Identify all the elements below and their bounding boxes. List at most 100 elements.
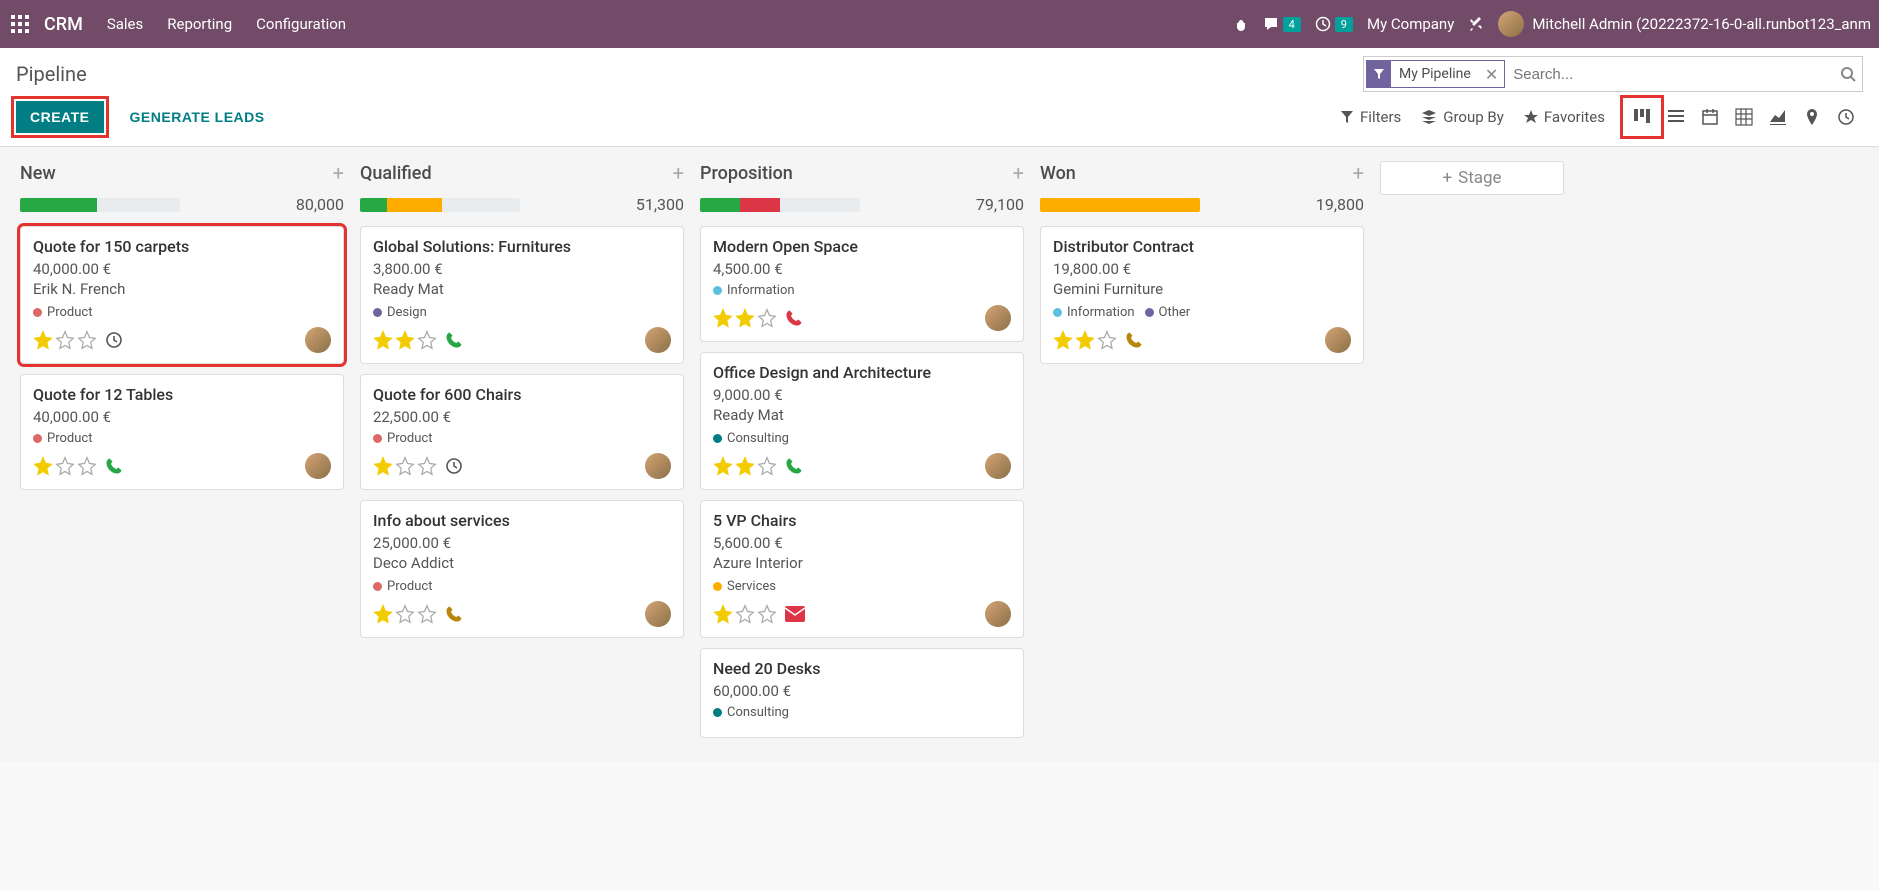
groupby-button[interactable]: Group By [1421,108,1504,126]
priority-star[interactable] [373,456,393,476]
kanban-card[interactable]: Quote for 12 Tables 40,000.00 € Product [20,374,344,490]
column-progress[interactable] [20,198,180,212]
priority-star[interactable] [1097,330,1117,350]
activity-view-icon[interactable] [1829,100,1863,134]
priority-star[interactable] [55,330,75,350]
kanban-view-icon[interactable] [1625,100,1659,134]
kanban-card[interactable]: Distributor Contract 19,800.00 € Gemini … [1040,226,1364,364]
card-title: 5 VP Chairs [713,511,1011,530]
activity-icon[interactable] [105,457,123,475]
apps-menu-icon[interactable] [8,12,32,36]
priority-star[interactable] [77,330,97,350]
create-button[interactable]: CREATE [16,101,104,133]
priority-star[interactable] [395,604,415,624]
favorites-button[interactable]: Favorites [1524,108,1605,126]
assignee-avatar-icon[interactable] [645,327,671,353]
kanban-card[interactable]: Info about services 25,000.00 € Deco Add… [360,500,684,638]
search-icon[interactable] [1834,66,1862,82]
app-brand[interactable]: CRM [44,14,83,35]
list-view-icon[interactable] [1659,100,1693,134]
debug-icon[interactable] [1233,16,1249,32]
column-title[interactable]: Qualified [360,163,432,184]
add-stage-button[interactable]: +Stage [1380,161,1564,195]
assignee-avatar-icon[interactable] [645,453,671,479]
column-total: 80,000 [296,195,344,214]
kanban-card[interactable]: Quote for 150 carpets 40,000.00 € Erik N… [20,226,344,364]
priority-star[interactable] [757,308,777,328]
priority-stars [1053,330,1143,350]
assignee-avatar-icon[interactable] [305,327,331,353]
kanban-card[interactable]: Global Solutions: Furnitures 3,800.00 € … [360,226,684,364]
column-progress[interactable] [700,198,860,212]
priority-star[interactable] [417,330,437,350]
search-input[interactable] [1507,60,1834,89]
priority-star[interactable] [395,330,415,350]
generate-leads-button[interactable]: GENERATE LEADS [116,101,279,133]
assignee-avatar-icon[interactable] [985,305,1011,331]
activity-icon[interactable] [1125,331,1143,349]
priority-star[interactable] [1053,330,1073,350]
graph-view-icon[interactable] [1761,100,1795,134]
priority-star[interactable] [713,604,733,624]
column-title[interactable]: Won [1040,163,1076,184]
map-view-icon[interactable] [1795,100,1829,134]
activity-icon[interactable] [785,606,805,622]
messaging-icon[interactable]: 4 [1263,16,1301,32]
filters-button[interactable]: Filters [1340,108,1401,126]
priority-star[interactable] [735,308,755,328]
priority-star[interactable] [417,604,437,624]
kanban-card[interactable]: Quote for 600 Chairs 22,500.00 € Product [360,374,684,490]
kanban-card[interactable]: Modern Open Space 4,500.00 € Information [700,226,1024,342]
quick-create-icon[interactable]: + [1353,161,1364,185]
priority-star[interactable] [373,604,393,624]
assignee-avatar-icon[interactable] [305,453,331,479]
priority-star[interactable] [1075,330,1095,350]
assignee-avatar-icon[interactable] [1325,327,1351,353]
priority-star[interactable] [757,456,777,476]
priority-star[interactable] [33,330,53,350]
kanban-card[interactable]: 5 VP Chairs 5,600.00 € Azure Interior Se… [700,500,1024,638]
priority-star[interactable] [735,604,755,624]
priority-star[interactable] [735,456,755,476]
priority-star[interactable] [33,456,53,476]
activity-icon[interactable] [785,457,803,475]
kanban-card[interactable]: Office Design and Architecture 9,000.00 … [700,352,1024,490]
card-tags: Product [373,428,671,447]
column-progress[interactable] [1040,198,1200,212]
column-title[interactable]: Proposition [700,163,793,184]
priority-star[interactable] [373,330,393,350]
quick-create-icon[interactable]: + [673,161,684,185]
activities-icon[interactable]: 9 [1315,16,1353,32]
calendar-view-icon[interactable] [1693,100,1727,134]
priority-star[interactable] [757,604,777,624]
quick-create-icon[interactable]: + [1013,161,1024,185]
activity-icon[interactable] [445,457,463,475]
priority-star[interactable] [55,456,75,476]
pivot-view-icon[interactable] [1727,100,1761,134]
search-box[interactable]: My Pipeline ✕ [1363,56,1863,92]
tools-icon[interactable] [1468,16,1484,32]
activity-icon[interactable] [445,605,463,623]
user-menu[interactable]: Mitchell Admin (20222372-16-0-all.runbot… [1498,11,1871,37]
kanban-card[interactable]: Need 20 Desks 60,000.00 € Consulting [700,648,1024,738]
priority-star[interactable] [395,456,415,476]
assignee-avatar-icon[interactable] [645,601,671,627]
assignee-avatar-icon[interactable] [985,453,1011,479]
activity-icon[interactable] [445,331,463,349]
priority-star[interactable] [713,308,733,328]
quick-create-icon[interactable]: + [333,161,344,185]
priority-star[interactable] [77,456,97,476]
column-title[interactable]: New [20,163,56,184]
activity-icon[interactable] [785,309,803,327]
menu-configuration[interactable]: Configuration [256,15,346,33]
activity-icon[interactable] [105,331,123,349]
menu-reporting[interactable]: Reporting [167,15,232,33]
column-progress[interactable] [360,198,520,212]
priority-star[interactable] [713,456,733,476]
menu-sales[interactable]: Sales [107,15,143,33]
card-title: Info about services [373,511,671,530]
assignee-avatar-icon[interactable] [985,601,1011,627]
priority-star[interactable] [417,456,437,476]
company-switcher[interactable]: My Company [1367,15,1454,33]
facet-remove-icon[interactable]: ✕ [1479,65,1504,84]
